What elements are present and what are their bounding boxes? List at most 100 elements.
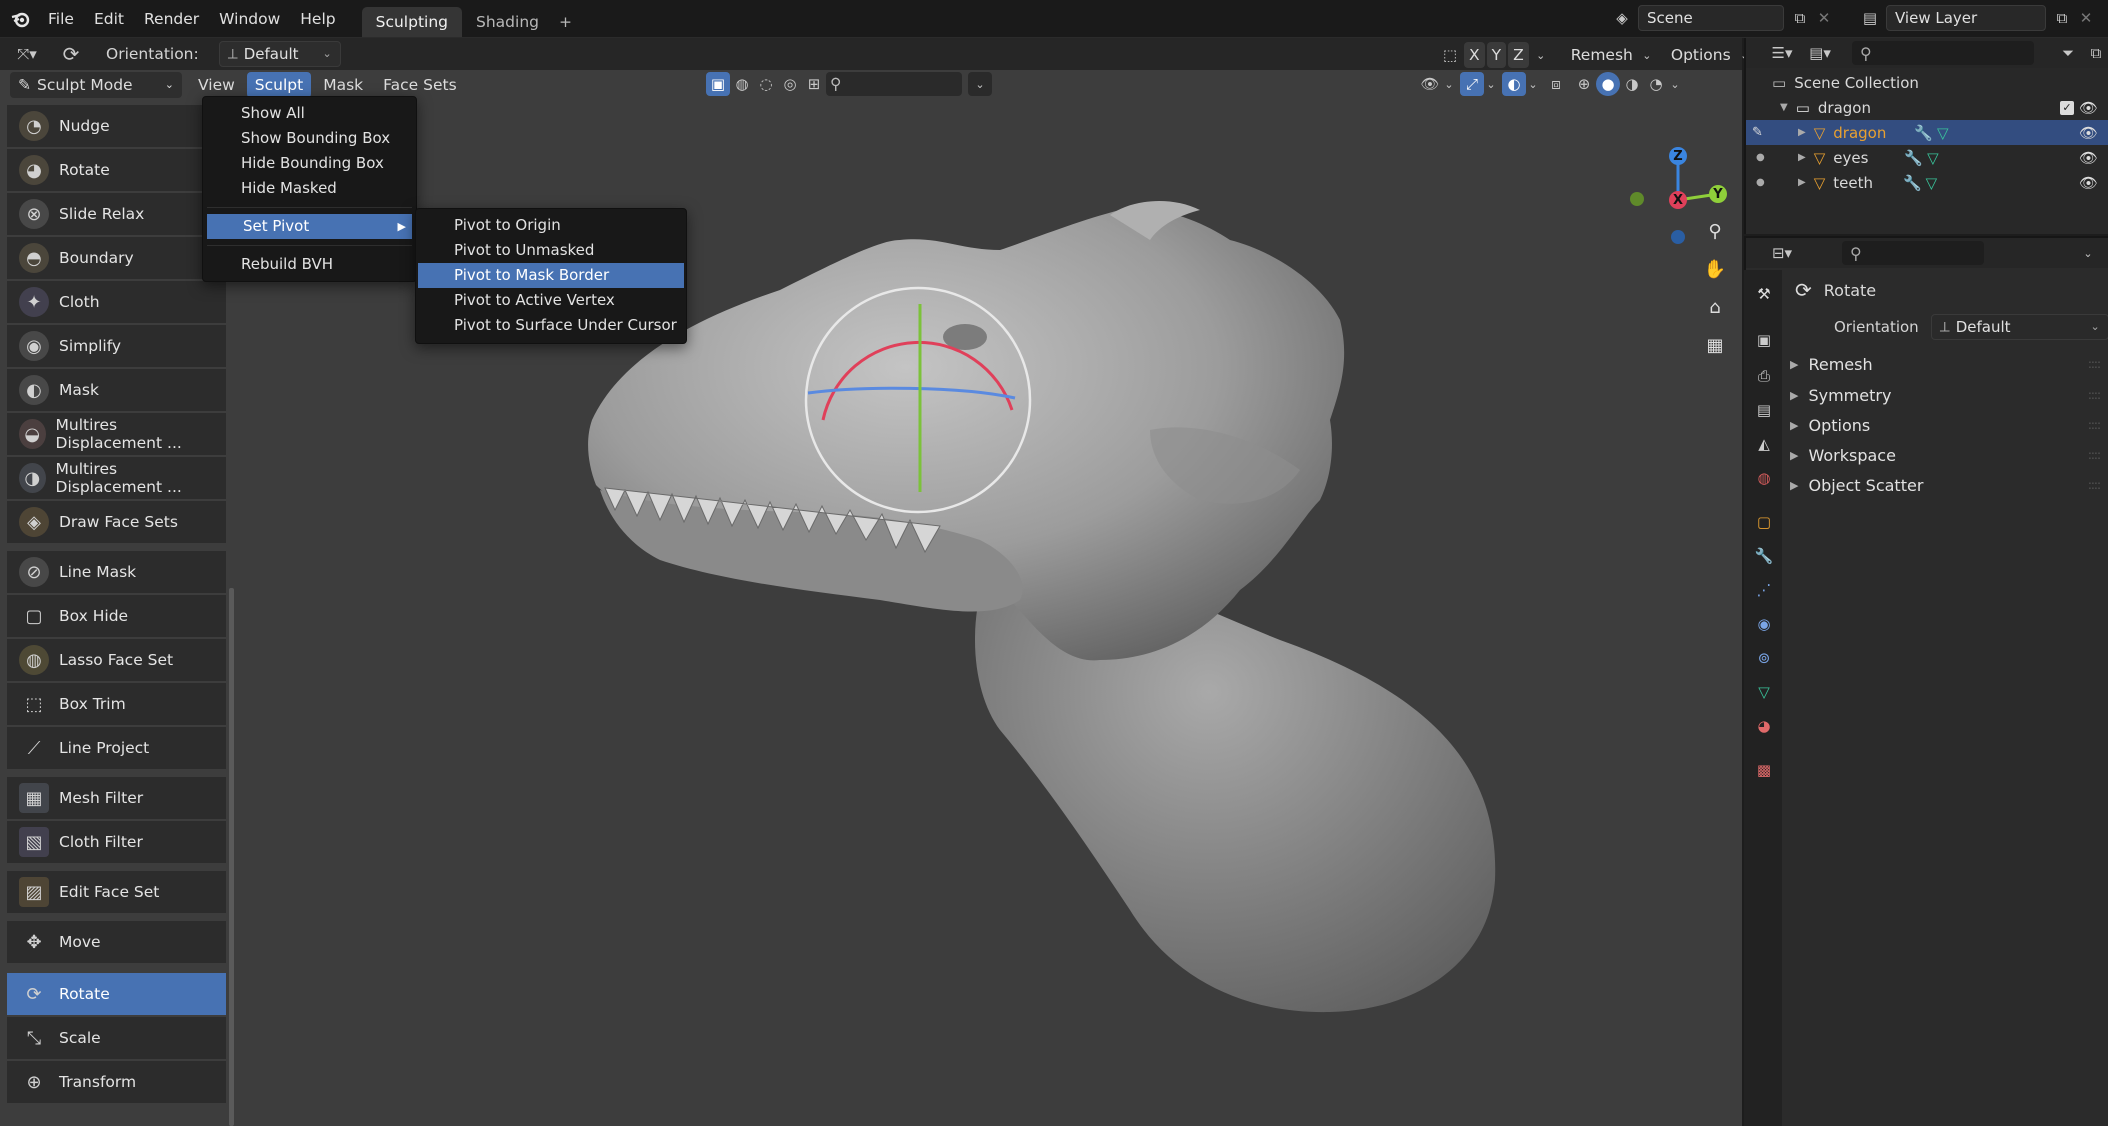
drag-grip-icon[interactable]: :::: (2088, 388, 2101, 402)
menu-file[interactable]: File (38, 3, 84, 35)
panel-symmetry[interactable]: ▶ Symmetry:::: (1790, 381, 2106, 409)
overlays-chevron-icon[interactable]: ⌄ (1526, 72, 1540, 96)
tool-line-project[interactable]: ⟋ Line Project (7, 727, 226, 769)
menu-window[interactable]: Window (209, 3, 290, 35)
camera-view-icon[interactable]: ⌂ (1700, 292, 1730, 322)
search-chevron-icon[interactable]: ⌄ (968, 72, 992, 96)
particles-tab-icon[interactable]: ⋰ (1752, 578, 1776, 602)
shading-chevron-icon[interactable]: ⌄ (1668, 72, 1682, 96)
stroke-select-icon[interactable]: ⊞ (802, 72, 826, 96)
tool-line-mask[interactable]: ⊘ Line Mask (7, 551, 226, 593)
tool-move[interactable]: ✥ Move (7, 921, 226, 963)
tool-edit-face-set[interactable]: ▨ Edit Face Set (7, 871, 226, 913)
tool-box-trim[interactable]: ⬚ Box Trim (7, 683, 226, 725)
tool-tab-icon[interactable]: ⚒ (1752, 282, 1776, 306)
material-tab-icon[interactable]: ◕ (1752, 714, 1776, 738)
tool-draw-face-sets[interactable]: ◈ Draw Face Sets (7, 501, 226, 543)
material-shading-icon[interactable]: ◑ (1620, 72, 1644, 96)
symmetry-options-chevron-icon[interactable]: ⌄ (1529, 43, 1553, 67)
outliner-object-eyes[interactable]: ● ▶ ▽ eyes 🔧 ▽ 👁 (1746, 145, 2108, 170)
pan-hand-icon[interactable]: ✋ (1700, 254, 1730, 284)
new-collection-icon[interactable]: ⧉ (2084, 41, 2108, 65)
orientation-dropdown[interactable]: ⟂ Default ⌄ (218, 41, 341, 67)
outliner-object-teeth[interactable]: ● ▶ ▽ teeth 🔧 ▽ 👁 (1746, 170, 2108, 195)
data-tab-icon[interactable]: ▽ (1752, 680, 1776, 704)
menu-item-pivot-to-surface-under-cursor[interactable]: Pivot to Surface Under Cursor (416, 313, 686, 338)
menu-item-hide-masked[interactable]: Hide Masked (203, 176, 416, 201)
visibility-eye-icon[interactable]: 👁 (2079, 149, 2098, 167)
menu-edit[interactable]: Edit (84, 3, 134, 35)
outliner-object-dragon[interactable]: ✎ ▶ ▽ dragon 🔧 ▽ 👁 (1746, 120, 2108, 145)
mode-selector[interactable]: ✎ Sculpt Mode ⌄ (10, 72, 182, 98)
drag-grip-icon[interactable]: :::: (2088, 478, 2101, 492)
outliner-search-field[interactable]: ⚲ (1852, 41, 2034, 65)
menu-item-pivot-to-active-vertex[interactable]: Pivot to Active Vertex (416, 288, 686, 313)
rendered-shading-icon[interactable]: ◔ (1644, 72, 1668, 96)
texture-tab-icon[interactable]: ▩ (1752, 758, 1776, 782)
menu-item-rebuild-bvh[interactable]: Rebuild BVH (203, 252, 416, 277)
xray-toggle-icon[interactable]: ⧈ (1544, 72, 1568, 96)
outliner-scene-collection[interactable]: ▭ Scene Collection (1746, 70, 2108, 95)
gizmo-z-axis[interactable]: Z (1669, 147, 1687, 165)
menu-item-pivot-to-origin[interactable]: Pivot to Origin (416, 213, 686, 238)
drag-grip-icon[interactable]: :::: (2088, 418, 2101, 432)
panel-remesh[interactable]: ▶ Remesh:::: (1790, 350, 2106, 378)
visibility-eye-icon[interactable]: 👁 (2079, 99, 2098, 117)
zoom-icon[interactable]: ⚲ (1700, 216, 1730, 246)
orientation-dropdown[interactable]: ⟂ Default ⌄ (1930, 314, 2108, 340)
tool-multires-smear[interactable]: ◑ Multires Displacement ... (7, 457, 226, 499)
tweak-select-icon[interactable]: ▣ (706, 72, 730, 96)
tool-box-hide[interactable]: ▢ Box Hide (7, 595, 226, 637)
menu-help[interactable]: Help (290, 3, 345, 35)
outliner-collection-dragon[interactable]: ▼ ▭ dragon ✓ 👁 (1746, 95, 2108, 120)
menu-item-show-all[interactable]: Show All (203, 101, 416, 126)
tool-cloth[interactable]: ✦ Cloth (7, 281, 226, 323)
new-view-layer-icon[interactable]: ⧉ (2050, 6, 2074, 30)
symmetry-y-toggle[interactable]: Y (1486, 42, 1507, 68)
modifiers-tab-icon[interactable]: 🔧 (1752, 544, 1776, 568)
symmetry-x-toggle[interactable]: X (1464, 42, 1485, 68)
menu-render[interactable]: Render (134, 3, 209, 35)
tool-boundary[interactable]: ◓ Boundary (7, 237, 226, 279)
gizmo-x-axis[interactable]: X (1669, 191, 1687, 209)
panel-workspace[interactable]: ▶ Workspace:::: (1790, 441, 2106, 469)
editor-type-icon[interactable]: ⤧▾ (10, 42, 44, 66)
view-layer-tab-icon[interactable]: ▤ (1752, 398, 1776, 422)
gizmo-neg-z-axis[interactable] (1671, 230, 1685, 244)
visibility-eye-icon[interactable]: 👁 (2079, 124, 2098, 142)
toggle-perspective-icon[interactable]: ▦ (1700, 330, 1730, 360)
visibility-eye-icon[interactable]: 👁 (1418, 72, 1442, 96)
brush-select-icon[interactable]: ◌ (754, 72, 778, 96)
output-tab-icon[interactable]: ⎙ (1752, 364, 1776, 388)
scene-name-field[interactable]: Scene (1638, 5, 1784, 31)
delete-scene-icon[interactable]: ✕ (1812, 6, 1836, 30)
tool-cloth-filter[interactable]: ▧ Cloth Filter (7, 821, 226, 863)
properties-search-field[interactable]: ⚲ (1842, 241, 1984, 265)
add-workspace-button[interactable]: + (553, 7, 578, 37)
viewport-search-field[interactable]: ⚲ (826, 72, 962, 96)
tab-sculpting[interactable]: Sculpting (361, 6, 463, 37)
physics-tab-icon[interactable]: ◉ (1752, 612, 1776, 636)
visibility-chevron-icon[interactable]: ⌄ (1442, 72, 1456, 96)
visibility-eye-icon[interactable]: 👁 (2079, 174, 2098, 192)
constraints-tab-icon[interactable]: ⊚ (1752, 646, 1776, 670)
tool-mesh-filter[interactable]: ▦ Mesh Filter (7, 777, 226, 819)
overlays-icon[interactable]: ◐ (1502, 72, 1526, 96)
gizmo-chevron-icon[interactable]: ⌄ (1484, 72, 1498, 96)
object-tab-icon[interactable]: ▢ (1752, 510, 1776, 534)
scene-selector-icon[interactable]: ◈ (1610, 6, 1634, 30)
tool-rotate[interactable]: ⟳ Rotate (7, 973, 226, 1015)
tool-scale[interactable]: ⤡ Scale (7, 1017, 226, 1059)
menu-item-pivot-to-unmasked[interactable]: Pivot to Unmasked (416, 238, 686, 263)
drag-grip-icon[interactable]: :::: (2088, 357, 2101, 371)
tool-nudge[interactable]: ◔ Nudge (7, 105, 226, 147)
menu-view[interactable]: View (190, 72, 243, 98)
menu-item-set-pivot[interactable]: Set Pivot ▶ (207, 214, 412, 239)
gizmo-y-axis[interactable]: Y (1709, 185, 1727, 203)
display-mode-icon[interactable]: ▤▾ (1808, 41, 1832, 65)
wireframe-shading-icon[interactable]: ⊕ (1572, 72, 1596, 96)
tool-multires-eraser[interactable]: ◒ Multires Displacement ... (7, 413, 226, 455)
menu-item-show-bounding-box[interactable]: Show Bounding Box (203, 126, 416, 151)
tab-shading[interactable]: Shading (462, 7, 553, 37)
scene-tab-icon[interactable]: ◭ (1752, 432, 1776, 456)
